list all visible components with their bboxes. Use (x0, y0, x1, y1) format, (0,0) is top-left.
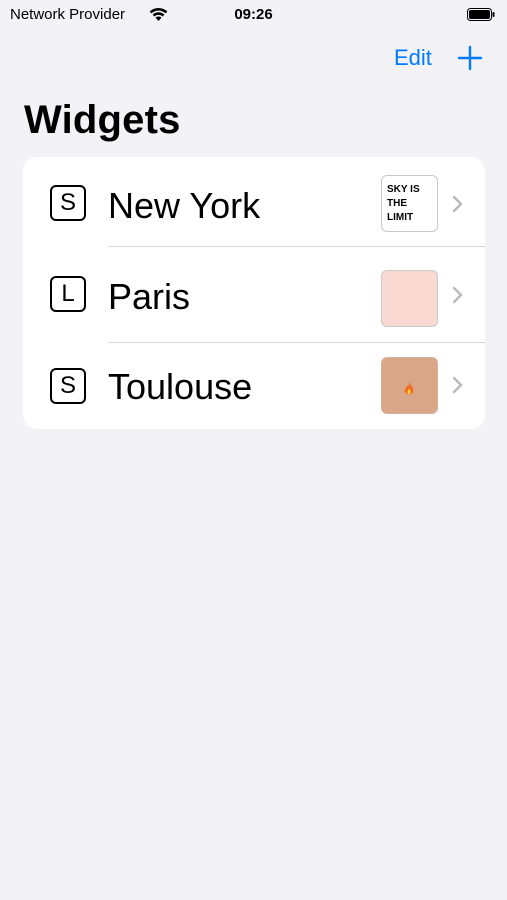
widget-name: Toulouse (108, 366, 253, 407)
battery-icon (467, 8, 495, 21)
widget-thumbnail: SKY IS THE LIMIT (381, 175, 438, 232)
widget-thumbnail (381, 357, 438, 414)
page-title: Widgets (24, 98, 181, 142)
flame-icon (404, 382, 414, 395)
thumbnail-text: SKY IS THE LIMIT (387, 184, 420, 223)
widget-size-badge: S (50, 185, 86, 221)
widget-list: S New York SKY IS THE LIMIT L Paris S To… (23, 157, 485, 429)
chevron-right-icon (452, 286, 463, 304)
navigation-bar: Edit (0, 40, 507, 80)
chevron-right-icon (452, 376, 463, 394)
widget-row-new-york[interactable]: S New York SKY IS THE LIMIT (23, 157, 485, 247)
clock: 09:26 (234, 6, 273, 23)
edit-button[interactable]: Edit (394, 45, 432, 71)
widget-size-badge: S (50, 368, 86, 404)
widget-name: Paris (108, 276, 191, 317)
widget-row-paris[interactable]: L Paris (23, 247, 485, 343)
chevron-right-icon (452, 195, 463, 213)
widget-thumbnail (381, 270, 438, 327)
plus-icon[interactable] (456, 44, 484, 72)
widget-name: New York (108, 185, 261, 226)
widget-size-badge: L (50, 276, 86, 312)
widget-row-toulouse[interactable]: S Toulouse (23, 343, 485, 429)
status-bar: Network Provider 09:26 (0, 0, 507, 30)
